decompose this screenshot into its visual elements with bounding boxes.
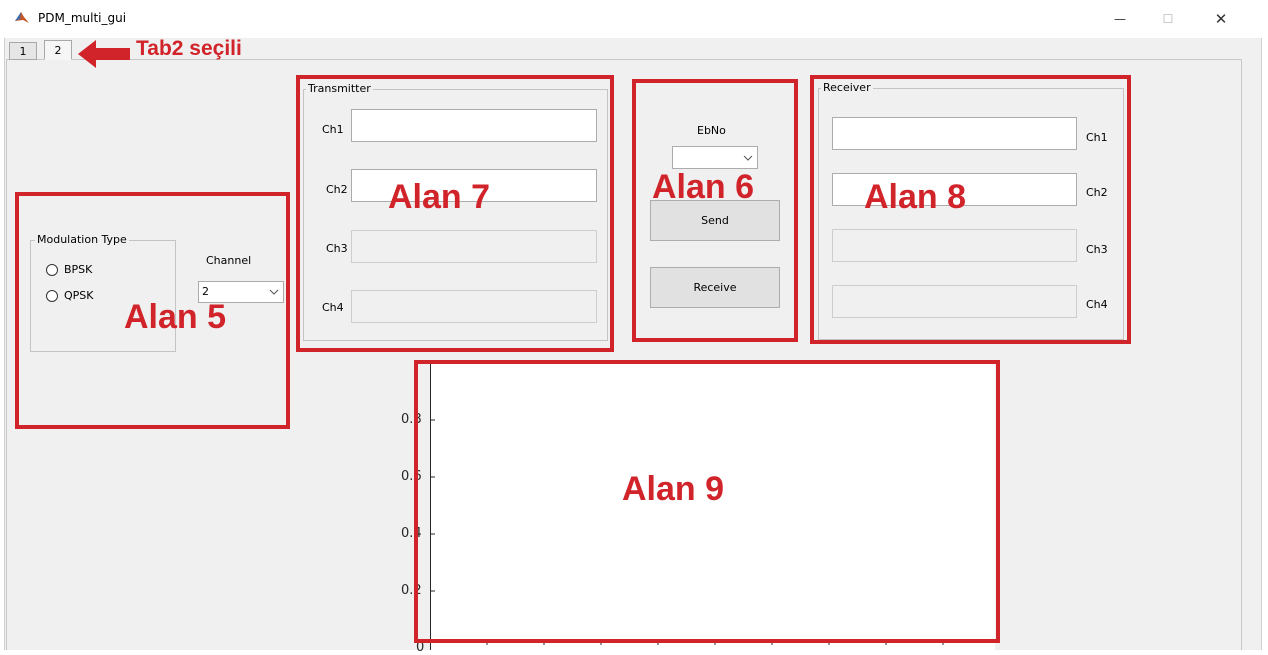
maximize-icon: ☐ xyxy=(1162,12,1174,26)
close-icon: ✕ xyxy=(1214,10,1228,28)
minimize-icon: — xyxy=(1114,12,1126,26)
area-7-label: Alan 7 xyxy=(388,178,491,216)
matlab-icon xyxy=(14,10,30,26)
tab-note: Tab2 seçili xyxy=(136,37,242,60)
area-8-annotation-box xyxy=(810,75,1131,344)
red-arrow-icon xyxy=(78,40,130,71)
minimize-button[interactable]: — xyxy=(1097,6,1143,32)
tab-2[interactable]: 2 xyxy=(44,40,72,60)
area-5-label: Alan 5 xyxy=(124,298,227,336)
maximize-button[interactable]: ☐ xyxy=(1145,6,1191,32)
area-6-annotation-box xyxy=(632,79,798,342)
area-8-label: Alan 8 xyxy=(864,178,967,216)
title-bar xyxy=(0,0,1268,38)
tab-1[interactable]: 1 xyxy=(9,42,37,60)
area-6-label: Alan 6 xyxy=(652,168,755,206)
window-title: PDM_multi_gui xyxy=(38,11,127,25)
area-9-label: Alan 9 xyxy=(622,470,725,508)
close-button[interactable]: ✕ xyxy=(1198,6,1244,32)
